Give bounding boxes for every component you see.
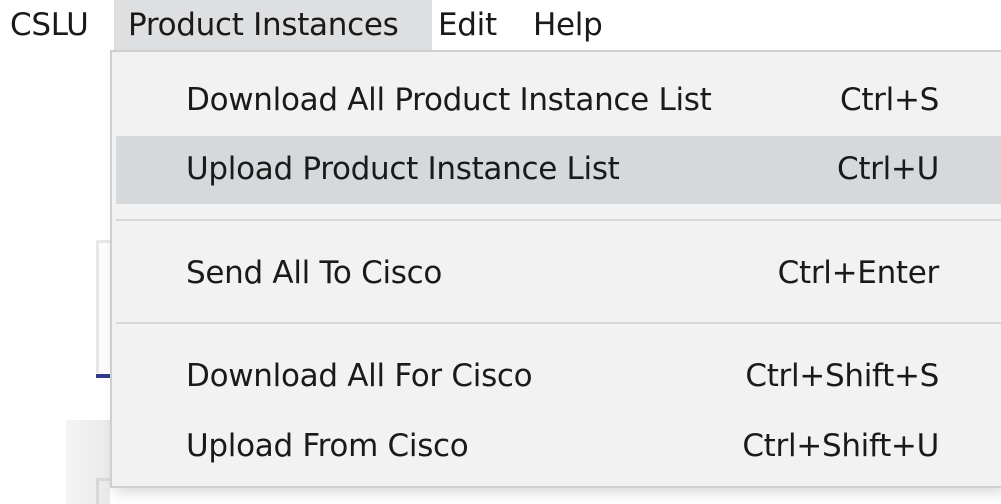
menu-separator xyxy=(116,322,1001,324)
menu-product-instances[interactable]: Product Instances xyxy=(114,0,432,52)
menu-item-shortcut: Ctrl+S xyxy=(839,82,939,118)
menu-bar: CSLU Product Instances Edit Help xyxy=(0,0,1001,52)
menu-separator xyxy=(116,219,1001,221)
menu-item-label: Upload Product Instance List xyxy=(186,151,620,187)
menu-edit[interactable]: Edit xyxy=(438,0,497,52)
menu-item-shortcut: Ctrl+Enter xyxy=(777,255,940,291)
menu-item-label: Download All Product Instance List xyxy=(186,82,712,118)
menu-item-label: Download All For Cisco xyxy=(186,358,533,394)
menu-item-label: Upload From Cisco xyxy=(186,428,469,464)
menu-help[interactable]: Help xyxy=(533,0,603,52)
menu-item-label: Send All To Cisco xyxy=(186,255,443,291)
menu-item-shortcut: Ctrl+U xyxy=(836,151,939,187)
menu-item-upload-from-cisco[interactable]: Upload From Cisco Ctrl+Shift+U xyxy=(116,413,1001,481)
menu-item-download-all-for-cisco[interactable]: Download All For Cisco Ctrl+Shift+S xyxy=(116,343,1001,411)
menu-cslu[interactable]: CSLU xyxy=(10,0,89,52)
menu-item-upload-product-instance-list[interactable]: Upload Product Instance List Ctrl+U xyxy=(116,136,1001,204)
background-window-accent xyxy=(96,374,110,378)
menu-item-download-all-product-instance-list[interactable]: Download All Product Instance List Ctrl+… xyxy=(116,67,1001,135)
menu-item-send-all-to-cisco[interactable]: Send All To Cisco Ctrl+Enter xyxy=(116,240,1001,308)
menu-item-shortcut: Ctrl+Shift+S xyxy=(745,358,939,394)
menu-item-shortcut: Ctrl+Shift+U xyxy=(742,428,939,464)
product-instances-dropdown: Download All Product Instance List Ctrl+… xyxy=(110,50,1001,488)
